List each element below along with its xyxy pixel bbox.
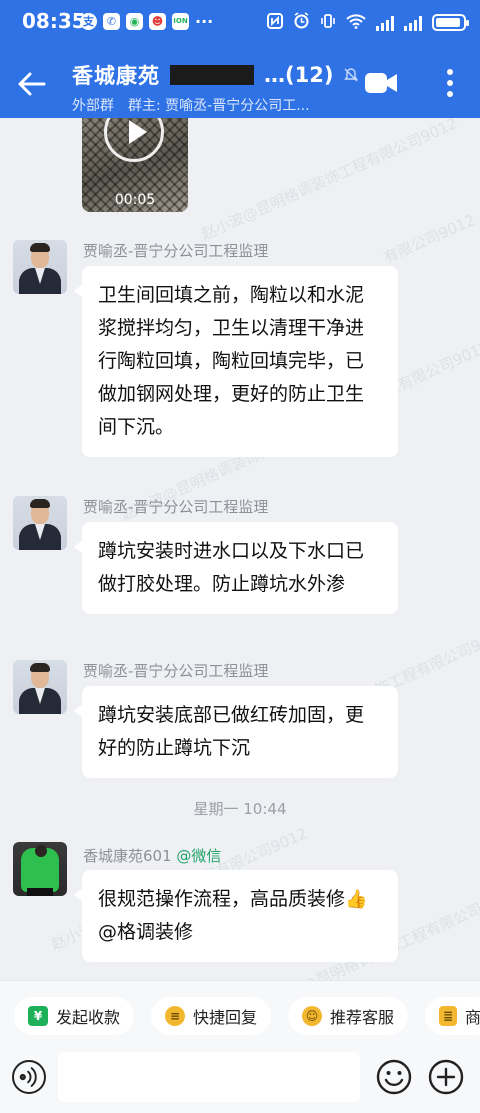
pdd-icon: ☻ [149,13,166,30]
battery-icon [432,14,469,31]
message-bubble[interactable]: 蹲坑安装时进水口以及下水口已做打胶处理。防止蹲坑水外渗 [74,522,398,614]
video-duration: 00:05 [114,192,156,208]
message-bubble[interactable]: 卫生间回填之前，陶粒以和水泥浆搅拌均匀，卫生以清理干净进行陶粒回填，陶粒回填完毕… [74,266,398,457]
signal-2-icon [404,15,422,31]
sender-name-text: 香城康苑601 [83,847,172,865]
recommend-service-button[interactable]: ☺ 推荐客服 [288,997,409,1035]
ion-icon: ION [172,13,189,30]
nfc-icon [267,12,283,33]
product-button[interactable]: ≣ 商 [425,997,480,1035]
input-bar [0,1050,480,1113]
phone-app-icon: ✆ [103,13,120,30]
avatar[interactable] [13,660,67,714]
sender-name: 香城康苑601 @微信 [83,845,221,866]
watermark: 有限公司9012 [380,210,478,268]
system-icons [267,12,469,33]
video-message[interactable]: 00:05 [82,118,188,212]
wifi-icon [346,13,366,33]
chat-subtitle: 外部群 群主: 贾喻丞-晋宁分公司工... [72,95,310,115]
notification-icons: 支 ✆ ◉ ☻ ION ··· [80,13,213,30]
quick-reply-button[interactable]: ≡ 快捷回复 [151,997,272,1035]
app-icon: ◉ [126,13,143,30]
service-icon: ☺ [302,1006,322,1026]
top-bar: 08:35 支 ✆ ◉ ☻ ION ··· 香城康苑 …(12) 外部群 群主:… [0,0,480,118]
thumbs-up-icon: 👍 [345,889,368,910]
plus-icon[interactable] [428,1059,464,1095]
quick-reply-icon: ≡ [165,1006,185,1026]
member-count: …(12) [264,63,334,87]
chip-label: 推荐客服 [330,1008,395,1027]
sender-name: 贾喻丞-晋宁分公司工程监理 [83,242,269,260]
back-arrow-icon[interactable] [16,68,48,100]
more-notifications-icon: ··· [195,12,214,31]
message-bubble[interactable]: 蹲坑安装底部已做红砖加固，更好的防止蹲坑下沉 [74,686,398,778]
avatar[interactable] [13,842,67,896]
alipay-icon: 支 [80,13,97,30]
wechat-tag: @微信 [176,847,222,865]
status-time: 08:35 [22,9,86,33]
chip-label: 商 [464,1008,480,1027]
sender-name: 贾喻丞-晋宁分公司工程监理 [83,498,269,516]
message-bubble[interactable]: 很规范操作流程，高品质装修👍 @格调装修 [74,870,398,962]
message-text: 很规范操作流程，高品质装修 [98,888,346,910]
chip-label: 发起收款 [56,1008,121,1027]
watermark: 赵小波@昆明格调装饰工程有限公司9012 [198,118,461,244]
product-icon: ≣ [439,1006,457,1026]
emoji-icon[interactable] [376,1059,412,1095]
more-options-icon[interactable] [444,68,456,98]
alarm-icon [293,12,310,33]
mute-bell-icon [344,68,359,82]
chat-title-row[interactable]: 香城康苑 …(12) [72,60,359,90]
group-type: 外部群 [72,98,114,114]
signal-1-icon [376,15,394,31]
mention-text: @格调装修 [98,921,194,943]
video-call-icon[interactable] [364,70,398,96]
message-input[interactable] [58,1052,360,1102]
group-owner: 群主: 贾喻丞-晋宁分公司工... [128,98,310,114]
voice-input-icon[interactable] [12,1060,46,1094]
play-icon[interactable] [104,118,164,162]
avatar[interactable] [13,240,67,294]
start-payment-button[interactable]: ¥ 发起收款 [14,997,135,1035]
chip-label: 快捷回复 [193,1008,258,1027]
redacted-text [170,65,254,85]
chat-area[interactable]: 赵小波@昆明格调装饰工程有限公司9012 有限公司9012 赵小波@昆明格调装饰… [0,118,480,980]
payment-icon: ¥ [28,1006,48,1026]
chat-header: 香城康苑 …(12) 外部群 群主: 贾喻丞-晋宁分公司工... [0,46,480,118]
chat-title: 香城康苑 [72,64,160,88]
avatar[interactable] [13,496,67,550]
status-bar: 08:35 支 ✆ ◉ ☻ ION ··· [0,0,480,46]
vibrate-icon [320,13,336,33]
sender-name: 贾喻丞-晋宁分公司工程监理 [83,662,269,680]
quick-action-bar: ¥ 发起收款 ≡ 快捷回复 ☺ 推荐客服 ≣ 商 [0,980,480,1050]
time-divider: 星期一 10:44 [193,800,287,818]
